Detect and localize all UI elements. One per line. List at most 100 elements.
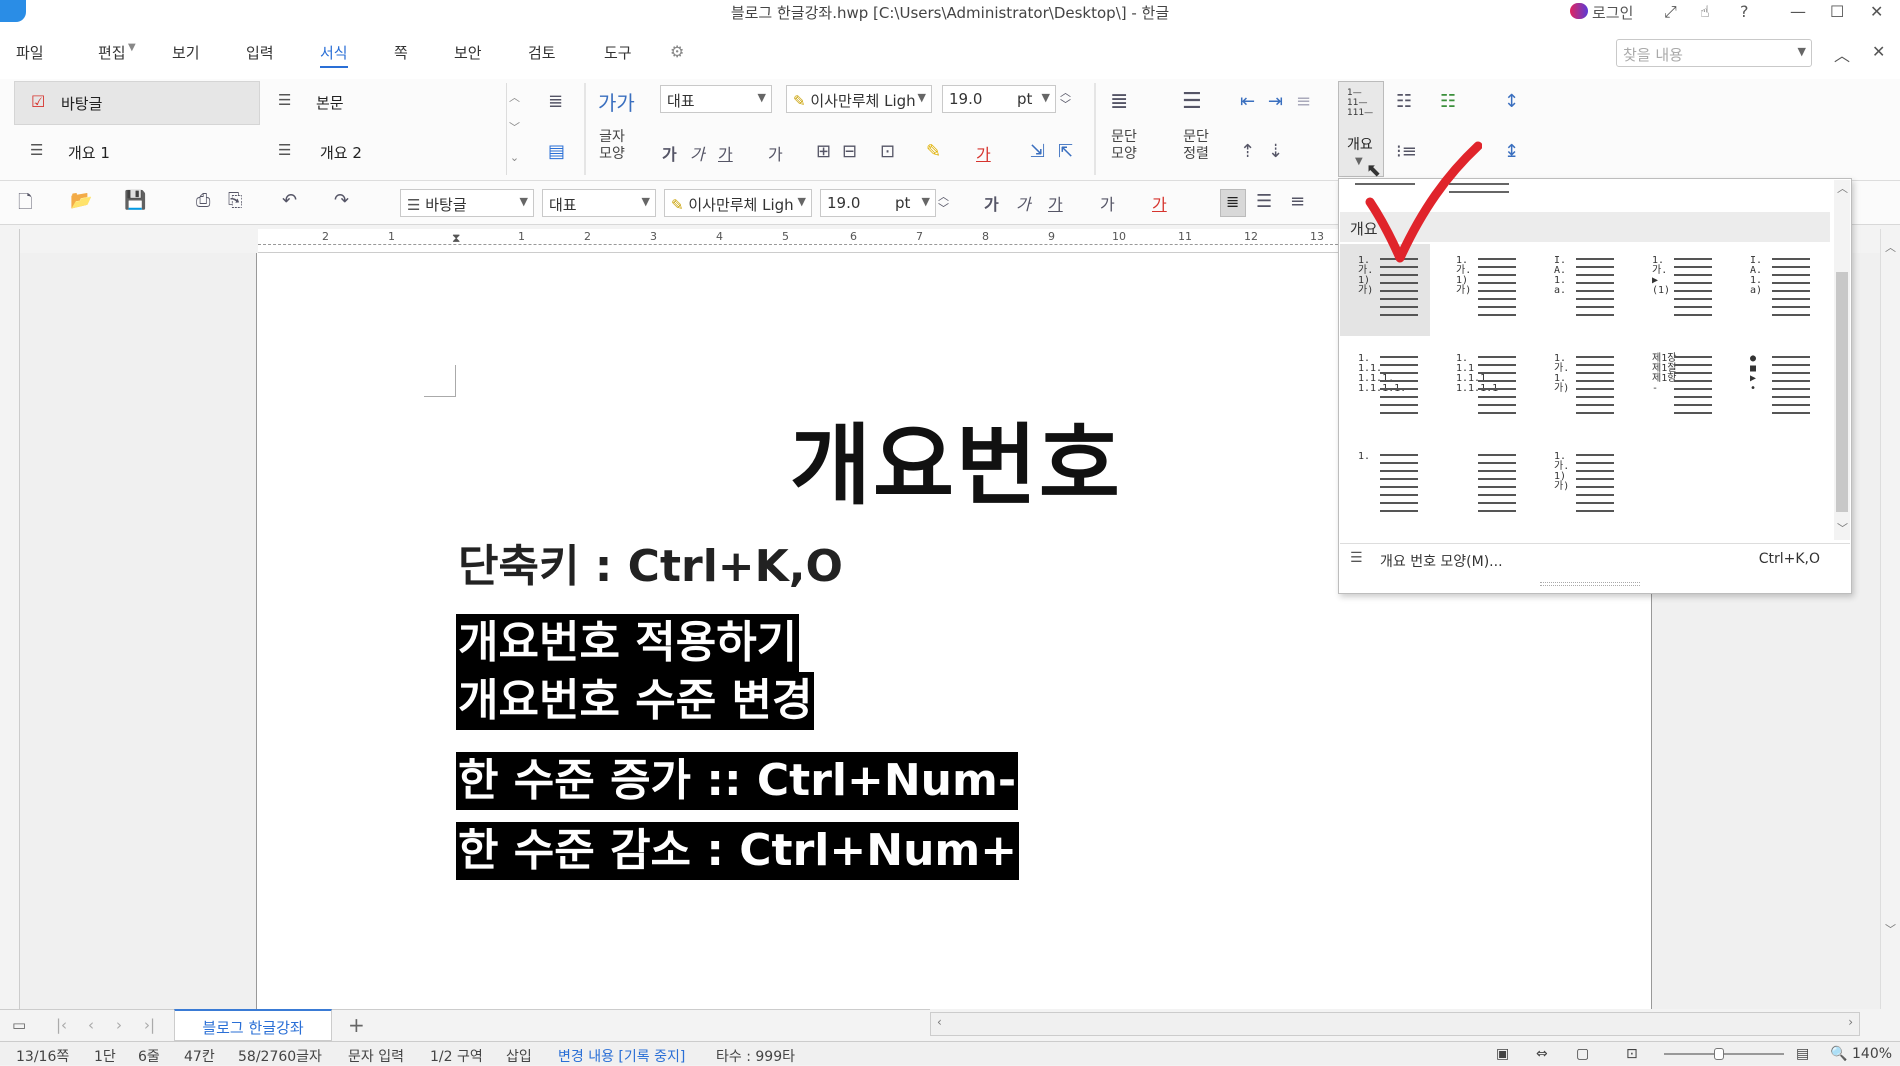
fullscreen-icon[interactable]: ⤢ [1664, 2, 1677, 22]
indent-increase-icon[interactable]: ⇥ [1268, 91, 1283, 112]
zoom-slider[interactable] [1664, 1053, 1784, 1055]
line-spacing-up-icon[interactable]: ⇡ [1240, 141, 1255, 162]
outline-style-option[interactable]: 1. 1.1 1.1.1 1.1.1.1 [1438, 342, 1528, 434]
vertical-ruler[interactable] [0, 229, 20, 1009]
style-item-outline1[interactable]: ☰ 개요 1 [14, 131, 260, 175]
menu-insert[interactable]: 입력 [246, 42, 274, 63]
outline-style-option[interactable]: 1. 가. 1. 가) [1536, 342, 1626, 434]
italic-button[interactable]: 가 [690, 141, 705, 165]
collapse-ribbon-icon[interactable]: ︿ [1834, 42, 1850, 66]
outline-style-option[interactable]: 1. 가. ▶ (1) [1634, 244, 1724, 336]
next-tab-icon[interactable]: › [116, 1016, 122, 1034]
document-line-selected[interactable]: 한 수준 감소 : Ctrl+Num+ [456, 822, 1020, 880]
search-input[interactable]: 찾을 내용 ▼ [1616, 39, 1812, 67]
scroll-right-icon[interactable]: › [1848, 1015, 1853, 1029]
undo-icon[interactable]: ↶ [282, 190, 297, 211]
tab-document[interactable]: 블로그 한글강좌 [174, 1009, 332, 1041]
outline-style-option[interactable]: ● ■ ▶ • [1732, 342, 1822, 434]
scroll-down-icon[interactable]: ﹀ [1885, 921, 1896, 937]
indent-marker-icon[interactable]: ⧗ [452, 231, 460, 246]
view-width-icon[interactable]: ⇔ [1536, 1046, 1548, 1062]
chevron-down-icon[interactable]: ▼ [1798, 45, 1806, 58]
status-insert-mode[interactable]: 삽입 [506, 1046, 532, 1066]
view-fit-icon[interactable]: ⊡ [1626, 1046, 1638, 1062]
close-button[interactable]: ✕ [1870, 2, 1883, 21]
outline-style-option[interactable]: I. A. 1. a) [1732, 244, 1822, 336]
font-size-stepper[interactable]: ︿ ﹀ [1060, 87, 1071, 111]
font-color-button[interactable]: 가 [1152, 191, 1167, 215]
strikethrough-button[interactable]: 가 [768, 141, 783, 165]
outline-number-shape-item[interactable]: ☰ 개요 번호 모양(M)... Ctrl+K,O [1340, 543, 1850, 575]
outline-style-option[interactable]: I. A. 1. a. [1536, 244, 1626, 336]
scroll-down-icon[interactable]: ﹀ [1837, 520, 1848, 536]
highlight-icon[interactable]: ✎ [926, 141, 941, 162]
print-preview-icon[interactable]: ⎘ [228, 190, 242, 211]
horizontal-ruler[interactable]: 2 1 1 2 3 4 5 6 7 8 9 10 11 12 13 ⧗ [258, 229, 1348, 253]
print-icon[interactable]: ⎙ [196, 190, 210, 211]
zoom-search-icon[interactable]: 🔍 [1830, 1046, 1847, 1062]
style-select[interactable]: ☰ 바탕글 ▼ [400, 189, 534, 217]
outline-style-option[interactable]: 1. 가. 1) 가) [1536, 440, 1626, 532]
style-item-body[interactable]: ☰ 본문 [270, 81, 500, 125]
document-line-shortcut[interactable]: 단축키 : Ctrl+K,O [456, 538, 845, 596]
font-size-input[interactable]: 19.0 pt ▼ [820, 189, 936, 217]
char-border-icon[interactable]: ⊡ [880, 141, 895, 162]
char-spacing-narrow-icon[interactable]: ⇲ [1030, 141, 1045, 162]
style-item-outline2[interactable]: ☰ 개요 2 [270, 131, 500, 175]
para-shape-label[interactable]: 문단 모양 [1104, 129, 1144, 163]
italic-button[interactable]: 가 [1016, 191, 1031, 215]
login-link[interactable]: 로그인 [1592, 2, 1633, 23]
align-justify-button[interactable]: ≣ [1220, 189, 1246, 217]
numbered-list-icon[interactable]: ☷ [1440, 91, 1456, 112]
menu-security[interactable]: 보안 [454, 42, 482, 63]
shade-icon[interactable]: ⊟ [842, 141, 857, 162]
menu-review[interactable]: 검토 [528, 42, 556, 63]
bold-button[interactable]: 가 [662, 141, 677, 165]
align-center-icon[interactable]: ≡ [1290, 191, 1305, 212]
para-shape-icon[interactable]: ≣ [1110, 89, 1128, 114]
menu-file[interactable]: 파일 [16, 42, 44, 63]
menu-page[interactable]: 쪽 [394, 42, 408, 63]
menu-tools[interactable]: 도구 [604, 42, 632, 63]
menu-format[interactable]: 서식 [320, 42, 348, 68]
menu-edit[interactable]: 편집 [98, 42, 126, 63]
add-tab-button[interactable]: + [348, 1013, 365, 1037]
para-align-label[interactable]: 문단 정렬 [1176, 129, 1216, 163]
char-shape-label[interactable]: 글자 모양 [592, 129, 632, 163]
status-page[interactable]: 13/16쪽 [16, 1046, 69, 1066]
bold-button[interactable]: 가 [984, 191, 999, 215]
line-spacing-icon[interactable]: ↕ [1504, 91, 1519, 112]
document-heading[interactable]: 개요번호 [790, 395, 1122, 522]
font-category-select[interactable]: 대표 ▼ [660, 85, 772, 113]
account-icon[interactable] [1570, 3, 1588, 19]
close-doc-icon[interactable]: ✕ [1872, 42, 1885, 61]
outline-style-option[interactable]: 제1장 제1절 제1항 - [1634, 342, 1724, 434]
status-track-changes[interactable]: 변경 내용 [기록 중지] [558, 1046, 685, 1066]
prev-tab-icon[interactable]: ‹ [88, 1016, 94, 1034]
outline-style-option[interactable] [1438, 440, 1528, 532]
style-apply-icon[interactable]: ▤ [548, 141, 565, 162]
strikethrough-button[interactable]: 가 [1100, 191, 1115, 215]
vertical-scrollbar[interactable]: ︿ ﹀ [1880, 229, 1900, 1009]
para-align-icon[interactable]: ☰ [1182, 89, 1202, 114]
scroll-up-icon[interactable]: ︿ [1837, 180, 1848, 196]
font-category-select[interactable]: 대표 ▼ [542, 189, 656, 217]
bullet-list-icon[interactable]: ☷ [1396, 91, 1412, 112]
last-tab-icon[interactable]: ›| [144, 1016, 155, 1034]
scroll-up-icon[interactable]: ︿ [1885, 239, 1896, 255]
document-line-selected[interactable]: 개요번호 수준 변경 [456, 672, 815, 730]
font-name-select[interactable]: ✎ 이사만루체 Ligh ▼ [664, 189, 812, 217]
touch-mode-icon[interactable]: ☝ [1700, 2, 1710, 21]
dropdown-scroll-thumb[interactable] [1836, 272, 1848, 512]
resize-grip-icon[interactable] [1540, 582, 1640, 586]
help-icon[interactable]: ? [1740, 2, 1749, 21]
zoom-page-icon[interactable]: ▤ [1796, 1046, 1809, 1062]
save-icon[interactable]: 💾 [124, 190, 146, 211]
zoom-level[interactable]: 140% [1852, 1046, 1892, 1062]
view-page-icon[interactable]: ▢ [1576, 1046, 1589, 1062]
char-shape-icon[interactable]: 가가 [598, 87, 635, 116]
style-item-normal[interactable]: ☑ 바탕글 [14, 81, 260, 125]
scroll-left-icon[interactable]: ‹ [937, 1015, 942, 1029]
para-spacing-icon[interactable]: ↨ [1504, 141, 1519, 162]
underline-button[interactable]: 가 [718, 141, 733, 165]
